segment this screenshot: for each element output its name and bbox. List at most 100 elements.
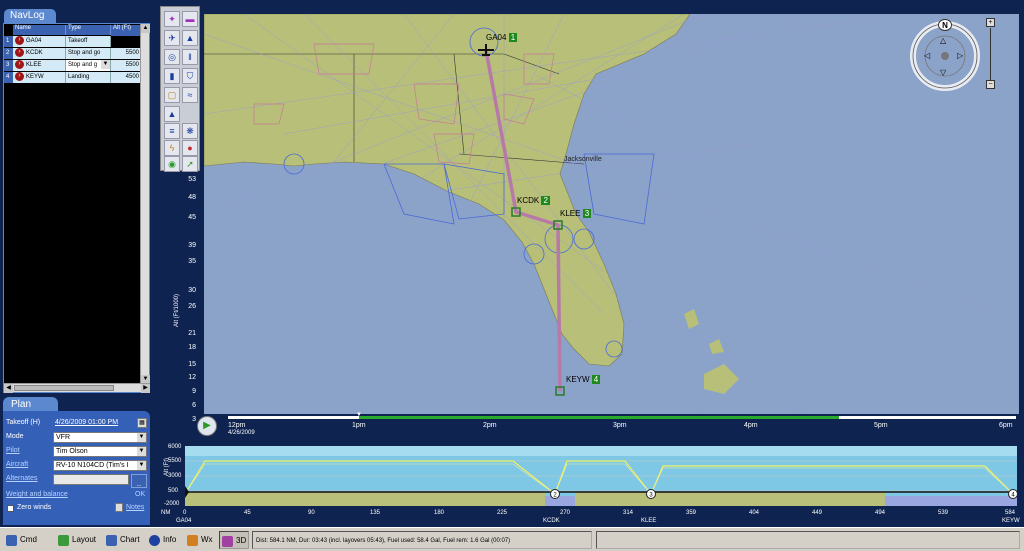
triangle-icon[interactable]: ▲ xyxy=(164,106,180,122)
navlog-horizontal-scrollbar[interactable]: ◀ ▶ xyxy=(4,383,150,393)
profile-x-tick: 449 xyxy=(812,510,823,516)
mode-select[interactable]: VFR ▼ xyxy=(53,432,147,443)
altitude-tick: 45 xyxy=(188,214,196,221)
compass-north-icon[interactable]: N xyxy=(938,19,952,31)
chevron-down-icon[interactable]: ▼ xyxy=(137,433,146,442)
pan-down-icon[interactable]: ▽ xyxy=(940,68,946,77)
zoom-out-icon[interactable]: − xyxy=(986,80,995,89)
waypoint-name-cell[interactable]: › KEYW xyxy=(13,72,66,83)
table-row[interactable]: 3 › KLEE Stop and g ▼ 5500 xyxy=(4,60,141,71)
metar-icon[interactable]: ● xyxy=(182,140,198,156)
weight-balance-link[interactable]: Weight and balance xyxy=(6,491,68,498)
airport-icon[interactable]: ✈ xyxy=(164,30,180,46)
tab-chart[interactable]: Chart xyxy=(104,531,146,549)
waypoint-type-cell[interactable]: Stop and go xyxy=(66,48,111,59)
aircraft-link[interactable]: Aircraft xyxy=(6,461,28,468)
tab-cmd[interactable]: Cmd xyxy=(4,531,50,549)
arrow-icon[interactable]: ➚ xyxy=(182,156,198,172)
layer-tool-icon[interactable]: ▬ xyxy=(182,11,198,27)
tab-layout[interactable]: Layout xyxy=(56,531,102,549)
waypoint-label[interactable]: GA04 1 xyxy=(486,33,518,42)
profile-x-tick: 404 xyxy=(749,510,760,516)
waypoint-alt-cell[interactable]: 4500 xyxy=(111,72,141,83)
pan-up-icon[interactable]: △ xyxy=(940,36,946,45)
tab-label: Chart xyxy=(120,535,140,544)
weather-icon[interactable]: ≈ xyxy=(182,87,198,103)
waypoint-alt-cell[interactable] xyxy=(111,36,141,47)
map-view[interactable]: GA04 1 KCDK 2 KLEE 3 KEYW 4 Jacksonville… xyxy=(204,14,1019,414)
airspace-tool-icon[interactable]: ✦ xyxy=(164,11,180,27)
profile-waypoint-label: KLEE xyxy=(641,518,657,524)
timeline-cursor-icon[interactable]: ▼ xyxy=(356,412,362,418)
scroll-right-icon[interactable]: ▶ xyxy=(141,384,150,393)
takeoff-time-link[interactable]: 4/26/2009 01:00 PM xyxy=(53,418,135,429)
center-icon[interactable] xyxy=(941,52,949,60)
terrain-icon[interactable]: ▲ xyxy=(182,30,198,46)
scroll-up-icon[interactable]: ▲ xyxy=(141,24,150,33)
waypoint-name-cell[interactable]: › KCDK xyxy=(13,48,66,59)
play-button[interactable]: ▶ xyxy=(197,416,217,436)
navlog-header-type[interactable]: Type xyxy=(66,25,111,35)
table-row[interactable]: 2 › KCDK Stop and go 5500 xyxy=(4,48,141,59)
vertical-profile[interactable]: Alt (Ft) 6000 5500 3000 500 -2000 2 3 4 xyxy=(160,438,1024,526)
waypoint-label[interactable]: KCDK 2 xyxy=(517,196,550,205)
waypoint-icon: › xyxy=(15,48,24,57)
waypoint-type-cell[interactable]: Landing xyxy=(66,72,111,83)
chevron-down-icon[interactable]: ▼ xyxy=(101,60,110,69)
notes-icon[interactable] xyxy=(115,503,123,512)
table-row[interactable]: 1 › GA04 Takeoff xyxy=(4,36,141,47)
lightning-icon[interactable]: ϟ xyxy=(164,140,180,156)
alternates-link[interactable]: Alternates xyxy=(6,475,38,482)
navlog-header-name[interactable]: Name xyxy=(13,25,66,35)
chevron-down-icon[interactable]: ▼ xyxy=(137,461,146,470)
waypoint-id: KEYW xyxy=(566,375,590,384)
obstacle-icon[interactable]: ‖ xyxy=(182,49,198,65)
zoom-in-icon[interactable]: + xyxy=(986,18,995,27)
pan-left-icon[interactable]: ◁ xyxy=(924,51,930,60)
chevron-down-icon[interactable]: ▼ xyxy=(137,447,146,456)
radar-icon[interactable]: ❋ xyxy=(182,123,198,139)
profile-x-tick: 494 xyxy=(875,510,886,516)
waypoint-label[interactable]: KLEE 3 xyxy=(560,209,592,218)
waypoint-type-cell[interactable]: Takeoff xyxy=(66,36,111,47)
map-nav-control[interactable]: N △ ▽ ◁ ▷ xyxy=(909,19,981,92)
waypoint-id: GA04 xyxy=(486,33,507,42)
navlog-table: Name Type Alt (Ft) 1 › GA04 Takeoff 2 › KC… xyxy=(3,23,150,393)
vor-icon[interactable]: ◎ xyxy=(164,49,180,65)
tab-info[interactable]: Info xyxy=(147,531,181,549)
waypoint-label[interactable]: KEYW 4 xyxy=(566,375,601,384)
pan-right-icon[interactable]: ▷ xyxy=(957,51,963,60)
zero-winds-checkbox[interactable] xyxy=(7,505,14,512)
tab-wx[interactable]: Wx xyxy=(185,531,217,549)
pilot-link[interactable]: Pilot xyxy=(6,447,20,454)
aircraft-select[interactable]: RV-10 N104CD (Tim's I ▼ xyxy=(53,460,147,471)
notes-link[interactable]: Notes xyxy=(126,504,144,511)
zoom-slider[interactable] xyxy=(990,28,991,80)
sectional-icon[interactable]: ▢ xyxy=(164,87,180,103)
timeline[interactable]: ▼ 12pm 1pm 2pm 3pm 4pm 5pm 6pm 4/26/2009 xyxy=(204,412,1019,438)
globe-icon[interactable]: ◉ xyxy=(164,156,180,172)
pilot-select[interactable]: Tim Olson ▼ xyxy=(53,446,147,457)
city-label: Jacksonville xyxy=(564,156,602,163)
shield-icon[interactable]: ⛉ xyxy=(182,68,198,84)
profile-x-tick: 584 xyxy=(1005,510,1016,516)
waypoint-alt-cell[interactable]: 5500 xyxy=(111,60,141,71)
alternates-button[interactable]: ... xyxy=(131,474,147,488)
winds-icon[interactable]: ≡ xyxy=(164,123,180,139)
profile-plot[interactable]: 2 3 4 xyxy=(185,446,1017,506)
waypoint-name-cell[interactable]: › GA04 xyxy=(13,36,66,47)
scrollbar-thumb[interactable] xyxy=(14,385,114,391)
navlog-vertical-scrollbar[interactable]: ▲ ▼ xyxy=(140,24,150,384)
altitude-tick: 26 xyxy=(188,303,196,310)
waypoint-type-dropdown[interactable]: Stop and g ▼ xyxy=(66,60,111,71)
waypoint-name-cell[interactable]: › KLEE xyxy=(13,60,66,71)
scroll-left-icon[interactable]: ◀ xyxy=(4,384,13,393)
chart-icon[interactable]: ▮ xyxy=(164,68,180,84)
alternates-field[interactable] xyxy=(53,474,129,485)
table-row[interactable]: 4 › KEYW Landing 4500 xyxy=(4,72,141,83)
tab-3d[interactable]: 3D xyxy=(219,531,249,549)
navlog-tab[interactable]: NavLog xyxy=(4,9,56,23)
waypoint-alt-cell[interactable]: 5500 xyxy=(111,48,141,59)
profile-x-tick: 359 xyxy=(686,510,697,516)
calendar-icon[interactable]: ▦ xyxy=(137,418,147,428)
